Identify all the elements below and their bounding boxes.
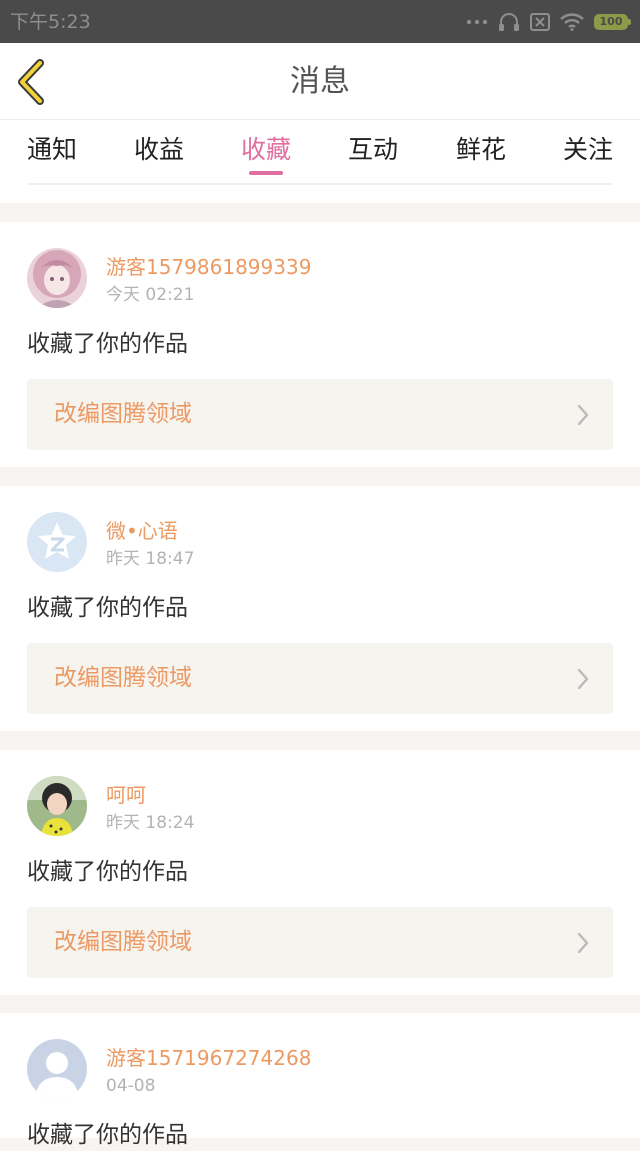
timestamp: 昨天 18:47 <box>106 549 195 569</box>
avatar[interactable] <box>27 512 87 572</box>
tab-follows[interactable]: 关注 <box>543 130 633 170</box>
timestamp: 04-08 <box>106 1076 156 1096</box>
username[interactable]: 游客1579861899339 <box>106 254 311 280</box>
status-bar: 下午5:23 100 <box>0 0 640 43</box>
chevron-right-icon <box>577 932 589 958</box>
work-title: 改编图腾领域 <box>54 665 192 691</box>
headset-icon <box>498 12 520 32</box>
wifi-icon <box>560 13 584 31</box>
page-title: 消息 <box>290 64 350 99</box>
action-text: 收藏了你的作品 <box>27 595 188 621</box>
username[interactable]: 微•心语 <box>106 518 178 544</box>
sim-off-icon <box>530 13 550 31</box>
action-text: 收藏了你的作品 <box>27 859 188 885</box>
work-title: 改编图腾领域 <box>54 401 192 427</box>
anime-girl-avatar-image <box>27 248 87 308</box>
work-link[interactable]: 改编图腾领域 <box>27 379 613 450</box>
status-time: 下午5:23 <box>10 11 91 33</box>
more-dots-icon <box>466 19 488 25</box>
chevron-right-icon <box>577 404 589 430</box>
work-title: 改编图腾领域 <box>54 929 192 955</box>
active-tab-indicator <box>249 171 283 175</box>
avatar[interactable] <box>27 248 87 308</box>
message-card: 呵呵 昨天 18:24 收藏了你的作品 改编图腾领域 <box>0 750 640 995</box>
qzone-star-avatar-image <box>27 512 87 572</box>
avatar[interactable] <box>27 776 87 836</box>
tab-flowers[interactable]: 鲜花 <box>436 130 526 170</box>
work-link[interactable]: 改编图腾领域 <box>27 643 613 714</box>
message-card: 游客1571967274268 04-08 收藏了你的作品 <box>0 1013 640 1148</box>
header: 消息 <box>0 43 640 120</box>
username[interactable]: 呵呵 <box>106 782 146 808</box>
timestamp: 今天 02:21 <box>106 285 195 305</box>
tab-divider <box>27 183 613 185</box>
status-icons: 100 <box>466 9 631 35</box>
tab-favorites[interactable]: 收藏 <box>221 130 311 170</box>
battery-icon: 100 <box>594 14 631 30</box>
message-card: 游客1579861899339 今天 02:21 收藏了你的作品 改编图腾领域 <box>0 222 640 467</box>
work-link[interactable]: 改编图腾领域 <box>27 907 613 978</box>
tab-earnings[interactable]: 收益 <box>114 130 204 170</box>
username[interactable]: 游客1571967274268 <box>106 1045 311 1071</box>
chevron-right-icon <box>577 668 589 694</box>
tab-notifications[interactable]: 通知 <box>7 130 97 170</box>
default-user-avatar-image <box>27 1039 87 1099</box>
timestamp: 昨天 18:24 <box>106 813 195 833</box>
tab-bar: 通知 收益 收藏 互动 鲜花 关注 <box>0 120 640 203</box>
message-card: 微•心语 昨天 18:47 收藏了你的作品 改编图腾领域 <box>0 486 640 731</box>
action-text: 收藏了你的作品 <box>27 331 188 357</box>
avatar[interactable] <box>27 1039 87 1099</box>
action-text: 收藏了你的作品 <box>27 1122 188 1148</box>
tab-interactions[interactable]: 互动 <box>328 130 418 170</box>
child-photo-avatar-image <box>27 776 87 836</box>
